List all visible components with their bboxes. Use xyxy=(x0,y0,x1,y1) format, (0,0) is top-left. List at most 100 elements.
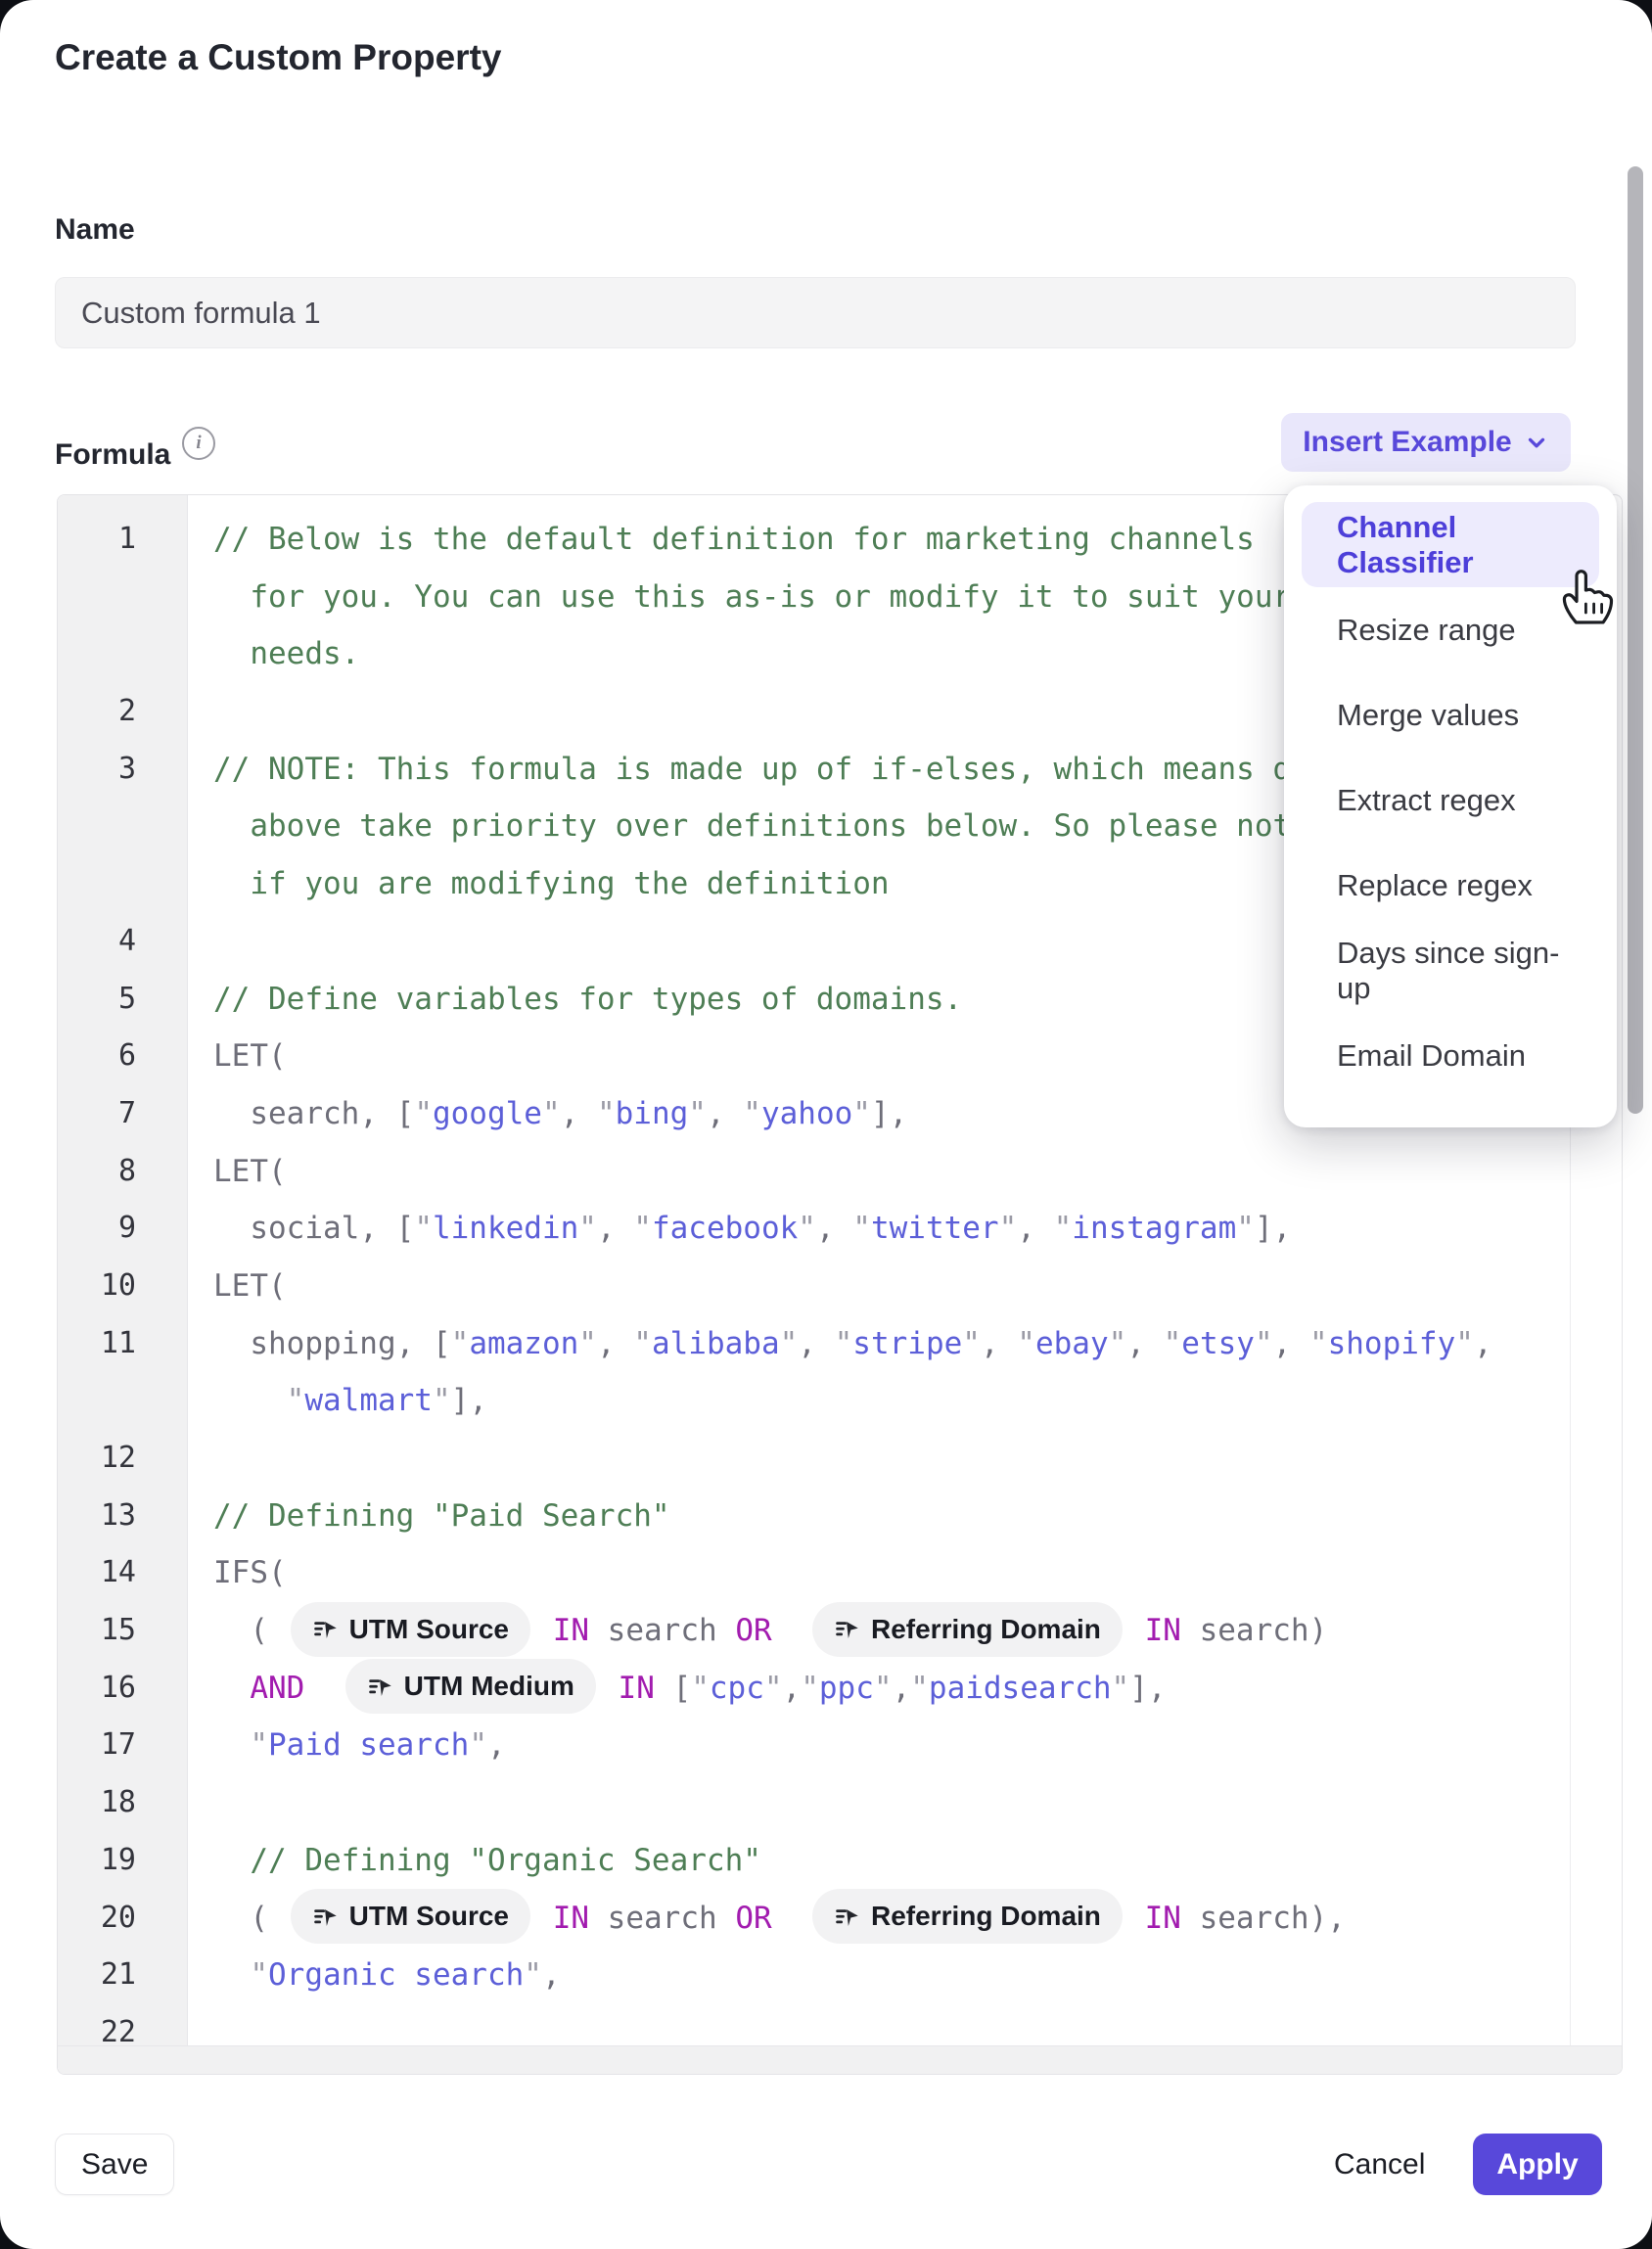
code-line: 14IFS( xyxy=(58,1544,1570,1602)
code-token: " xyxy=(524,1957,542,1993)
field-chip[interactable]: UTM Medium xyxy=(345,1659,596,1714)
name-input[interactable]: Custom formula 1 xyxy=(55,277,1576,348)
code-line: 9 social, ["linkedin", "facebook", "twit… xyxy=(58,1200,1570,1258)
line-number: 6 xyxy=(58,1028,187,1085)
code-token: // Defining "Paid Search" xyxy=(213,1498,670,1534)
code-token: LET( xyxy=(213,1268,287,1304)
code-text xyxy=(187,683,213,741)
line-number: 21 xyxy=(58,1947,187,2004)
code-token: " xyxy=(1236,1211,1255,1246)
code-token: ], xyxy=(1255,1211,1291,1246)
code-token: " xyxy=(578,1326,597,1361)
code-token: amazon xyxy=(469,1326,578,1361)
code-text: ( UTM Source IN search OR Referring Doma… xyxy=(187,1602,1327,1660)
menu-item-days-since-sign-up[interactable]: Days since sign-up xyxy=(1302,928,1599,1013)
code-text: LET( xyxy=(187,1258,287,1315)
code-token: " xyxy=(287,1383,305,1418)
cancel-button[interactable]: Cancel xyxy=(1314,2134,1445,2195)
code-text: // NOTE: This formula is made up of if-e… xyxy=(187,741,1474,799)
code-token: " xyxy=(764,1671,783,1706)
code-token: , xyxy=(1474,1326,1492,1361)
page-title: Create a Custom Property xyxy=(55,37,501,78)
field-chip-label: Referring Domain xyxy=(871,1889,1101,1944)
code-token: " xyxy=(835,1326,853,1361)
code-line: 8LET( xyxy=(58,1143,1570,1201)
code-token: " xyxy=(691,1671,710,1706)
field-chip-label: UTM Source xyxy=(349,1602,509,1657)
code-token: ( xyxy=(213,1901,287,1936)
code-token: social, [ xyxy=(213,1211,414,1246)
code-token: above take priority over definitions bel… xyxy=(213,808,1309,844)
code-line: 10LET( xyxy=(58,1258,1570,1315)
code-token xyxy=(1126,1901,1145,1936)
code-token: " xyxy=(1255,1326,1273,1361)
code-token: " xyxy=(414,1096,433,1131)
code-token xyxy=(213,1727,250,1763)
code-text: ( UTM Source IN search OR Referring Doma… xyxy=(187,1890,1346,1948)
insert-example-button[interactable]: Insert Example xyxy=(1281,413,1571,472)
code-token: Paid search xyxy=(268,1727,469,1763)
code-token: IN xyxy=(553,1613,589,1648)
name-input-value: Custom formula 1 xyxy=(81,296,321,331)
code-token: ( xyxy=(213,1613,287,1648)
menu-item-channel-classifier[interactable]: Channel Classifier xyxy=(1302,502,1599,587)
code-token: " xyxy=(1112,1671,1130,1706)
code-token: ppc xyxy=(819,1671,874,1706)
line-number: 4 xyxy=(58,913,187,971)
field-chip[interactable]: Referring Domain xyxy=(812,1602,1123,1657)
code-text: if you are modifying the definition xyxy=(187,855,890,913)
line-number: 1 xyxy=(58,511,187,569)
code-line: 19 // Defining "Organic Search" xyxy=(58,1832,1570,1890)
field-chip[interactable]: Referring Domain xyxy=(812,1889,1123,1944)
code-text: shopping, ["amazon", "alibaba", "stripe"… xyxy=(187,1315,1492,1373)
code-token: IFS( xyxy=(213,1555,287,1590)
editor-horizontal-scroll-lane xyxy=(58,2045,1622,2074)
code-line: 21 "Organic search", xyxy=(58,1947,1570,2004)
code-token: // Define variables for types of domains… xyxy=(213,982,962,1017)
code-token: , xyxy=(816,1211,852,1246)
apply-button[interactable]: Apply xyxy=(1473,2134,1602,2195)
modal-scrollbar-thumb[interactable] xyxy=(1628,166,1643,1114)
save-button[interactable]: Save xyxy=(55,2134,174,2195)
code-token: " xyxy=(798,1211,816,1246)
code-text: AND UTM Medium IN ["cpc","ppc","paidsear… xyxy=(187,1660,1167,1718)
code-text xyxy=(187,1430,213,1488)
menu-item-merge-values[interactable]: Merge values xyxy=(1302,672,1599,757)
code-token: " xyxy=(1309,1326,1328,1361)
code-token: facebook xyxy=(652,1211,798,1246)
code-line: 22 xyxy=(58,2004,1570,2046)
code-line: 15 ( UTM Source IN search OR Referring D… xyxy=(58,1602,1570,1660)
code-token: " xyxy=(743,1096,761,1131)
code-text: "Organic search", xyxy=(187,1947,561,2004)
field-chip[interactable]: UTM Source xyxy=(291,1889,530,1944)
menu-item-replace-regex[interactable]: Replace regex xyxy=(1302,843,1599,928)
menu-item-resize-range[interactable]: Resize range xyxy=(1302,587,1599,672)
code-token xyxy=(600,1671,619,1706)
code-token: search xyxy=(589,1613,735,1648)
code-text xyxy=(187,1774,213,1832)
code-token: " xyxy=(578,1211,597,1246)
menu-item-email-domain[interactable]: Email Domain xyxy=(1302,1013,1599,1098)
line-number: 19 xyxy=(58,1832,187,1890)
code-token: bing xyxy=(616,1096,689,1131)
field-chip[interactable]: UTM Source xyxy=(291,1602,530,1657)
code-token: , xyxy=(798,1326,834,1361)
code-token: yahoo xyxy=(761,1096,852,1131)
code-line: 18 xyxy=(58,1774,1570,1832)
code-token: , xyxy=(1017,1211,1053,1246)
code-token: IN xyxy=(1145,1901,1181,1936)
code-token: alibaba xyxy=(652,1326,780,1361)
code-token: , xyxy=(893,1671,911,1706)
code-text: // Below is the default definition for m… xyxy=(187,511,1255,569)
menu-item-extract-regex[interactable]: Extract regex xyxy=(1302,757,1599,843)
code-token: paidsearch xyxy=(929,1671,1112,1706)
code-token: LET( xyxy=(213,1154,287,1189)
code-token: IN xyxy=(619,1671,655,1706)
code-token: // Below is the default definition for m… xyxy=(213,522,1255,557)
line-number: 7 xyxy=(58,1085,187,1143)
code-token: instagram xyxy=(1072,1211,1236,1246)
code-token: IN xyxy=(553,1901,589,1936)
code-token: OR xyxy=(735,1613,771,1648)
code-token: " xyxy=(633,1326,652,1361)
code-token xyxy=(772,1613,808,1648)
